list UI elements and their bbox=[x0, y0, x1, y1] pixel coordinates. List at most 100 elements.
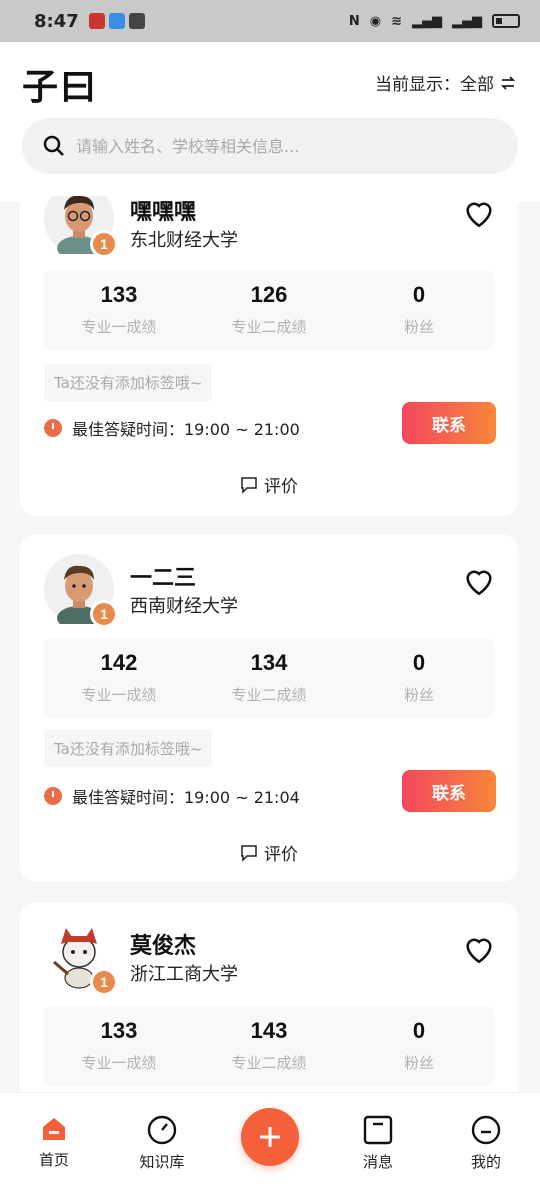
stat-score-2: 143 专业二成绩 bbox=[194, 1006, 344, 1086]
stat-score-1: 133 专业一成绩 bbox=[44, 1006, 194, 1086]
alarm-icon: ◉ bbox=[369, 13, 382, 29]
review-button[interactable]: 评价 bbox=[20, 472, 518, 497]
stat-label: 专业二成绩 bbox=[231, 1054, 307, 1072]
score-stats: 142 专业一成绩 134 专业二成绩 0 粉丝 bbox=[44, 638, 494, 718]
clock-icon bbox=[44, 419, 62, 437]
header: 子曰 当前显示：全部 bbox=[0, 42, 540, 202]
rank-badge: 1 bbox=[90, 230, 118, 258]
tab-knowledge-base[interactable]: 知识库 bbox=[122, 1115, 202, 1172]
stat-value: 0 bbox=[412, 650, 426, 675]
stat-label: 粉丝 bbox=[403, 686, 434, 704]
battery-icon bbox=[492, 14, 520, 28]
tutor-school: 东北财经大学 bbox=[130, 230, 238, 251]
display-filter-toggle[interactable]: 当前显示：全部 bbox=[375, 70, 516, 95]
tutor-card[interactable]: 1 嘿嘿嘿 东北财经大学 133 专业一成绩 126 专业二成绩 0 粉丝 Ta还没有… bbox=[20, 196, 518, 516]
plus-icon bbox=[260, 1127, 280, 1147]
comment-icon bbox=[241, 476, 257, 494]
status-time: 8:47 bbox=[34, 10, 79, 32]
stat-label: 专业二成绩 bbox=[231, 318, 307, 336]
clock-icon bbox=[44, 787, 62, 805]
tab-label: 我的 bbox=[470, 1153, 501, 1171]
stat-label: 专业一成绩 bbox=[81, 686, 157, 704]
compass-icon bbox=[147, 1115, 177, 1145]
stat-value: 133 bbox=[100, 1018, 138, 1043]
stat-value: 126 bbox=[250, 282, 288, 307]
tab-profile[interactable]: 我的 bbox=[446, 1115, 526, 1172]
stat-fans: 0 粉丝 bbox=[344, 638, 494, 718]
profile-icon bbox=[471, 1115, 501, 1145]
score-stats: 133 专业一成绩 143 专业二成绩 0 粉丝 bbox=[44, 1006, 494, 1086]
stat-score-2: 134 专业二成绩 bbox=[194, 638, 344, 718]
best-time-text: 最佳答疑时间：19:00 ~ 21:00 bbox=[72, 420, 300, 439]
tutor-name: 一二三 bbox=[130, 566, 197, 591]
heart-icon[interactable] bbox=[462, 196, 496, 230]
signal-2-icon: ▂▄▆ bbox=[452, 13, 482, 29]
stat-score-2: 126 专业二成绩 bbox=[194, 270, 344, 350]
status-bar: 8:47 N ◉ ≋ ▂▄▆ ▂▄▆ bbox=[0, 0, 540, 42]
stat-label: 粉丝 bbox=[403, 318, 434, 336]
tutor-school: 西南财经大学 bbox=[130, 596, 238, 617]
stat-value: 143 bbox=[250, 1018, 288, 1043]
rank-badge: 1 bbox=[90, 600, 118, 628]
app-title: 子曰 bbox=[22, 67, 99, 108]
tab-messages[interactable]: 消息 bbox=[338, 1115, 418, 1172]
stat-value: 0 bbox=[412, 1018, 426, 1043]
stat-value: 133 bbox=[100, 282, 138, 307]
tab-label: 消息 bbox=[362, 1153, 393, 1171]
stat-score-1: 142 专业一成绩 bbox=[44, 638, 194, 718]
avatar[interactable]: 1 bbox=[44, 554, 118, 630]
contact-button[interactable]: 联系 bbox=[402, 770, 496, 812]
review-label: 评价 bbox=[264, 845, 298, 865]
app-notification-icon bbox=[88, 13, 105, 29]
search-input[interactable] bbox=[76, 136, 476, 156]
stat-label: 专业一成绩 bbox=[81, 1054, 157, 1072]
add-button[interactable] bbox=[241, 1108, 299, 1166]
stat-label: 专业二成绩 bbox=[231, 686, 307, 704]
stat-label: 专业一成绩 bbox=[81, 318, 157, 336]
stat-fans: 0 粉丝 bbox=[344, 270, 494, 350]
stat-value: 0 bbox=[412, 282, 426, 307]
bolt-notification-icon bbox=[108, 13, 125, 29]
empty-tag-hint: Ta还没有添加标签哦~ bbox=[44, 364, 213, 401]
tab-home[interactable]: 首页 bbox=[14, 1115, 94, 1170]
best-time: 最佳答疑时间：19:00 ~ 21:00 bbox=[44, 416, 300, 440]
review-button[interactable]: 评价 bbox=[20, 840, 518, 865]
avatar[interactable]: 1 bbox=[44, 196, 118, 260]
display-filter-label: 当前显示：全部 bbox=[375, 75, 494, 95]
status-icons: N ◉ ≋ ▂▄▆ ▂▄▆ bbox=[349, 14, 520, 29]
heart-icon[interactable] bbox=[462, 932, 496, 966]
score-stats: 133 专业一成绩 126 专业二成绩 0 粉丝 bbox=[44, 270, 494, 350]
bottom-tab-bar: 首页 知识库 消息 我的 bbox=[0, 1092, 540, 1200]
best-time: 最佳答疑时间：19:00 ~ 21:04 bbox=[44, 784, 300, 808]
review-label: 评价 bbox=[264, 477, 298, 497]
contact-button[interactable]: 联系 bbox=[402, 402, 496, 444]
w-notification-icon bbox=[128, 13, 145, 29]
wifi-icon: ≋ bbox=[391, 13, 402, 29]
rank-badge: 1 bbox=[90, 968, 118, 996]
heart-icon[interactable] bbox=[462, 564, 496, 598]
stat-score-1: 133 专业一成绩 bbox=[44, 270, 194, 350]
switch-arrows-icon bbox=[500, 75, 516, 90]
home-icon bbox=[43, 1118, 65, 1140]
stat-value: 134 bbox=[250, 650, 288, 675]
search-icon bbox=[43, 135, 64, 156]
empty-tag-hint: Ta还没有添加标签哦~ bbox=[44, 730, 213, 767]
best-time-text: 最佳答疑时间：19:00 ~ 21:04 bbox=[72, 788, 300, 807]
avatar[interactable]: 1 bbox=[44, 922, 118, 996]
comment-icon bbox=[241, 844, 257, 862]
tutor-card[interactable]: 1 一二三 西南财经大学 142 专业一成绩 134 专业二成绩 0 粉丝 Ta还没有… bbox=[20, 534, 518, 882]
tutor-card[interactable]: 1 莫俊杰 浙江工商大学 133 专业一成绩 143 专业二成绩 0 粉丝 bbox=[20, 902, 518, 1092]
tab-label: 知识库 bbox=[139, 1153, 185, 1171]
tutor-school: 浙江工商大学 bbox=[130, 964, 238, 985]
signal-icon: ▂▄▆ bbox=[412, 13, 442, 29]
tutor-list[interactable]: 1 嘿嘿嘿 东北财经大学 133 专业一成绩 126 专业二成绩 0 粉丝 Ta还没有… bbox=[0, 196, 540, 1092]
message-box-icon bbox=[363, 1115, 393, 1145]
tutor-name: 莫俊杰 bbox=[130, 934, 197, 959]
tab-label: 首页 bbox=[38, 1151, 69, 1169]
stat-value: 142 bbox=[100, 650, 138, 675]
search-bar[interactable] bbox=[22, 118, 518, 174]
nfc-icon: N bbox=[348, 13, 360, 29]
stat-label: 粉丝 bbox=[403, 1054, 434, 1072]
tutor-name: 嘿嘿嘿 bbox=[130, 200, 197, 225]
stat-fans: 0 粉丝 bbox=[344, 1006, 494, 1086]
